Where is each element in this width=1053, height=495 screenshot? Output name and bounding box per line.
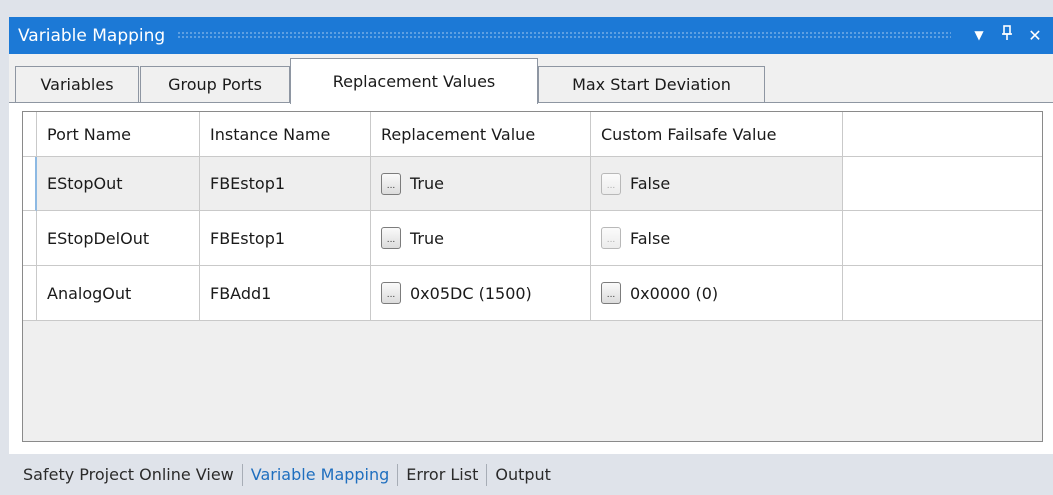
port-name-cell[interactable]: EStopDelOut — [37, 211, 200, 266]
close-icon[interactable]: ✕ — [1021, 17, 1049, 54]
failsafe-value-cell[interactable]: ... False — [591, 157, 843, 211]
row-filler — [843, 157, 1042, 211]
outer-frame-top — [0, 0, 1053, 17]
port-name-cell[interactable]: AnalogOut — [37, 266, 200, 321]
table-row[interactable]: EStopOut FBEstop1 ... True ... False — [23, 157, 1042, 211]
row-selector[interactable] — [23, 266, 37, 321]
bottom-tab-variable-mapping[interactable]: Variable Mapping — [243, 465, 398, 484]
tab-group-ports[interactable]: Group Ports — [140, 66, 290, 102]
replacement-value-cell[interactable]: ... True — [371, 211, 591, 266]
replacement-value-edit-button[interactable]: ... — [381, 227, 401, 249]
failsafe-value-edit-button[interactable]: ... — [601, 282, 621, 304]
failsafe-value-cell[interactable]: ... False — [591, 211, 843, 266]
replacement-value-cell[interactable]: ... True — [371, 157, 591, 211]
row-filler — [843, 266, 1042, 321]
failsafe-value-text: False — [630, 228, 671, 248]
bottom-tab-strip: Safety Project Online View Variable Mapp… — [9, 454, 1053, 495]
panel-title: Variable Mapping — [18, 25, 166, 46]
pin-icon[interactable] — [993, 17, 1021, 54]
panel-title-bar[interactable]: Variable Mapping ▼ ✕ — [9, 17, 1053, 54]
replacement-values-grid: Port Name Instance Name Replacement Valu… — [22, 111, 1043, 442]
bottom-tab-safety-project-online-view[interactable]: Safety Project Online View — [9, 465, 242, 484]
instance-name-cell[interactable]: FBEstop1 — [200, 157, 371, 211]
row-selector[interactable] — [23, 157, 37, 211]
port-name-cell[interactable]: EStopOut — [37, 157, 200, 211]
failsafe-value-cell[interactable]: ... 0x0000 (0) — [591, 266, 843, 321]
header-corner — [23, 112, 37, 157]
tab-replacement-values[interactable]: Replacement Values — [290, 58, 538, 104]
table-row[interactable]: EStopDelOut FBEstop1 ... True ... False — [23, 211, 1042, 266]
column-header-port-name[interactable]: Port Name — [37, 112, 200, 157]
instance-name-cell[interactable]: FBAdd1 — [200, 266, 371, 321]
failsafe-value-edit-button: ... — [601, 227, 621, 249]
column-header-instance-name[interactable]: Instance Name — [200, 112, 371, 157]
replacement-value-cell[interactable]: ... 0x05DC (1500) — [371, 266, 591, 321]
failsafe-value-text: False — [630, 174, 671, 193]
bottom-tab-output[interactable]: Output — [487, 465, 559, 484]
replacement-value-text: True — [410, 228, 444, 248]
title-grip[interactable] — [177, 31, 951, 40]
replacement-value-text: 0x05DC (1500) — [410, 283, 532, 303]
tab-max-start-deviation[interactable]: Max Start Deviation — [538, 66, 765, 102]
pin-icon-glyph — [1002, 25, 1012, 40]
tab-content: Port Name Instance Name Replacement Valu… — [9, 102, 1053, 454]
row-selector[interactable] — [23, 211, 37, 266]
dropdown-icon[interactable]: ▼ — [965, 17, 993, 54]
tab-strip: Variables Group Ports Replacement Values… — [9, 54, 1053, 104]
failsafe-value-edit-button: ... — [601, 172, 621, 195]
column-header-replacement-value[interactable]: Replacement Value — [371, 112, 591, 157]
column-header-custom-failsafe-value[interactable]: Custom Failsafe Value — [591, 112, 843, 157]
row-filler — [843, 211, 1042, 266]
header-filler — [843, 112, 1042, 157]
instance-name-cell[interactable]: FBEstop1 — [200, 211, 371, 266]
replacement-value-edit-button[interactable]: ... — [381, 282, 401, 304]
tab-variables[interactable]: Variables — [15, 66, 139, 102]
grid-header-row: Port Name Instance Name Replacement Valu… — [23, 112, 1042, 157]
failsafe-value-text: 0x0000 (0) — [630, 283, 719, 303]
replacement-value-edit-button[interactable]: ... — [381, 172, 401, 195]
table-row[interactable]: AnalogOut FBAdd1 ... 0x05DC (1500) ... 0… — [23, 266, 1042, 321]
replacement-value-text: True — [410, 174, 444, 193]
bottom-tab-error-list[interactable]: Error List — [398, 465, 486, 484]
